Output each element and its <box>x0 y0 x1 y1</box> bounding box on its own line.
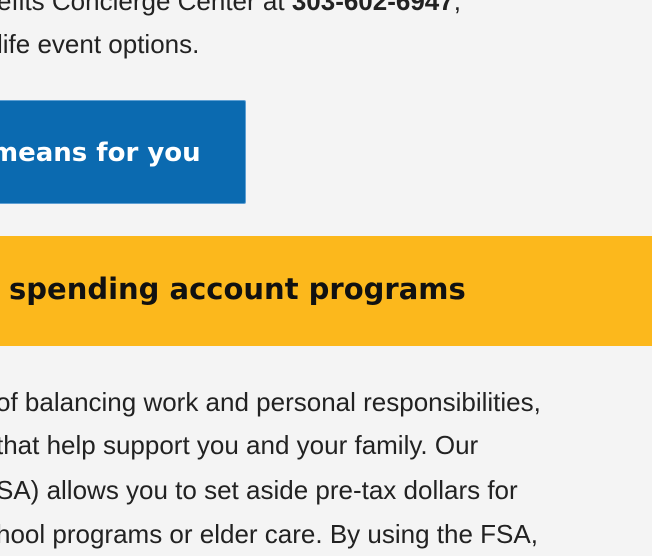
what-this-means-button-label: means for you <box>0 138 201 168</box>
body-line-1: of balancing work and personal responsib… <box>0 387 541 417</box>
body-line-4: hool programs or elder care. By using th… <box>0 519 538 549</box>
intro-line-1-text: efits Concierge Center at <box>0 0 292 16</box>
intro-line-1: efits Concierge Center at 303-602-6947, <box>0 0 461 16</box>
intro-line-1-suffix: , <box>453 0 461 16</box>
section-heading: spending account programs <box>9 272 466 306</box>
section-banner: spending account programs <box>0 236 652 346</box>
body-line-3: SA) allows you to set aside pre-tax doll… <box>0 475 518 505</box>
intro-line-2: life event options. <box>0 29 200 59</box>
concierge-phone-number[interactable]: 303-602-6947 <box>292 0 454 16</box>
body-line-2: that help support you and your family. O… <box>0 430 479 460</box>
what-this-means-button[interactable]: means for you <box>0 100 246 204</box>
